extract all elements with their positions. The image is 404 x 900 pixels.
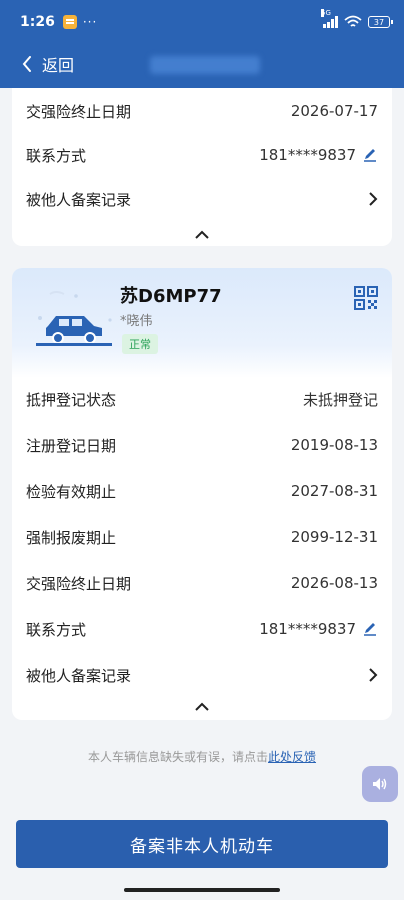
status-time: 1:26 bbox=[20, 14, 55, 30]
row-value: 2027-08-31 bbox=[290, 482, 378, 500]
car-illustration-icon bbox=[36, 291, 112, 346]
info-row: 强制报废期止 2099-12-31 bbox=[12, 514, 392, 560]
wifi-icon bbox=[344, 15, 362, 27]
chevron-right-icon bbox=[369, 192, 378, 206]
collapse-toggle[interactable] bbox=[192, 226, 212, 242]
network-type: 5G bbox=[321, 9, 331, 17]
qr-code-icon[interactable] bbox=[354, 286, 378, 310]
chevron-up-icon bbox=[195, 230, 209, 239]
chevron-left-icon bbox=[22, 56, 31, 72]
filed-records-row[interactable]: 被他人备案记录 bbox=[12, 176, 392, 222]
row-value: 2026-08-13 bbox=[290, 574, 378, 592]
speaker-icon bbox=[373, 778, 387, 790]
contact-row: 联系方式 181****9837 bbox=[12, 606, 392, 652]
cellular-signal-icon: 5G bbox=[321, 9, 338, 28]
collapse-toggle[interactable] bbox=[192, 698, 212, 714]
row-label: 被他人备案记录 bbox=[26, 190, 132, 209]
row-label: 联系方式 bbox=[26, 146, 87, 165]
row-label: 检验有效期止 bbox=[26, 482, 117, 501]
row-value: 181****9837 bbox=[259, 620, 378, 638]
row-value: 2019-08-13 bbox=[290, 436, 378, 454]
info-row: 抵押登记状态 未抵押登记 bbox=[12, 376, 392, 422]
plate-number: 苏D6MP77 bbox=[120, 286, 222, 307]
notification-app-icon bbox=[62, 15, 77, 29]
nav-bar: 返回 bbox=[0, 44, 404, 84]
vehicle-card-1: 交强险终止日期 2026-07-17 联系方式 181****9837 被他人备… bbox=[12, 88, 392, 246]
row-label: 交强险终止日期 bbox=[26, 102, 132, 121]
voice-assist-button[interactable] bbox=[362, 766, 398, 802]
back-button[interactable]: 返回 bbox=[22, 52, 74, 76]
edit-icon[interactable] bbox=[362, 621, 378, 637]
register-other-vehicle-button[interactable]: 备案非本人机动车 bbox=[16, 820, 388, 868]
row-label: 联系方式 bbox=[26, 620, 87, 639]
contact-row: 联系方式 181****9837 bbox=[12, 132, 392, 178]
back-label: 返回 bbox=[42, 56, 75, 75]
feedback-text: 本人车辆信息缺失或有误，请点击 bbox=[87, 750, 268, 764]
feedback-link[interactable]: 此处反馈 bbox=[268, 750, 316, 764]
row-value: 2026-07-17 bbox=[290, 102, 378, 120]
nav-title-blurred bbox=[150, 56, 260, 74]
more-notifications-icon: ··· bbox=[82, 15, 98, 29]
info-row: 注册登记日期 2019-08-13 bbox=[12, 422, 392, 468]
battery-level: 37 bbox=[373, 17, 385, 27]
contact-phone: 181****9837 bbox=[259, 146, 356, 164]
info-row: 交强险终止日期 2026-07-17 bbox=[12, 88, 392, 134]
status-bar: 1:26 ··· 5G 37 bbox=[0, 0, 404, 44]
chevron-up-icon bbox=[195, 702, 209, 711]
row-label: 被他人备案记录 bbox=[26, 666, 132, 685]
contact-phone: 181****9837 bbox=[259, 620, 356, 638]
battery-icon: 37 bbox=[368, 16, 393, 28]
filed-records-row[interactable]: 被他人备案记录 bbox=[12, 652, 392, 698]
chevron-right-icon bbox=[369, 668, 378, 682]
app-header: 1:26 ··· 5G 37 返回 bbox=[0, 0, 404, 88]
vehicle-card-2: 苏D6MP77 *晓伟 正常 抵押登记状态 未抵押登记 注册登记日期 2019-… bbox=[12, 268, 392, 720]
row-value: 2099-12-31 bbox=[290, 528, 378, 546]
home-indicator[interactable] bbox=[124, 888, 280, 892]
owner-name: *晓伟 bbox=[120, 314, 153, 329]
info-row: 检验有效期止 2027-08-31 bbox=[12, 468, 392, 514]
status-badge: 正常 bbox=[122, 334, 158, 354]
row-label: 注册登记日期 bbox=[26, 436, 117, 455]
row-value: 未抵押登记 bbox=[302, 390, 378, 409]
edit-icon[interactable] bbox=[362, 147, 378, 163]
row-value: 181****9837 bbox=[259, 146, 378, 164]
info-row: 交强险终止日期 2026-08-13 bbox=[12, 560, 392, 606]
row-label: 强制报废期止 bbox=[26, 528, 117, 547]
row-label: 交强险终止日期 bbox=[26, 574, 132, 593]
row-label: 抵押登记状态 bbox=[26, 390, 117, 409]
feedback-notice: 本人车辆信息缺失或有误，请点击此处反馈 bbox=[0, 748, 404, 765]
